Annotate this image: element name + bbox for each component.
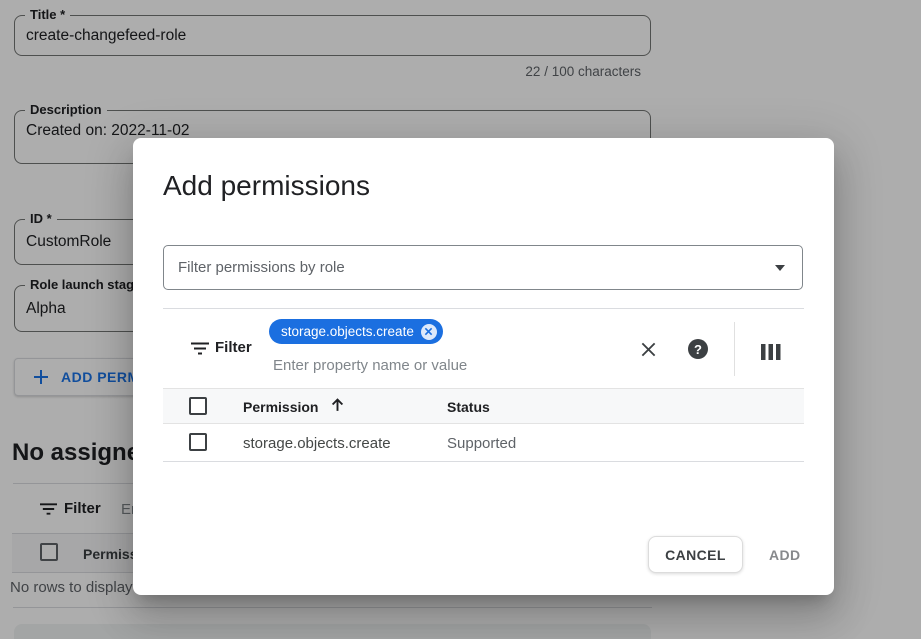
create-role-page: Title * create-changefeed-role 22 / 100 …	[0, 0, 921, 639]
filter-by-role-dropdown[interactable]: Filter permissions by role	[163, 245, 803, 290]
dialog-title: Add permissions	[163, 170, 370, 202]
chip-remove-icon[interactable]	[421, 324, 437, 340]
clear-filters-button[interactable]	[636, 337, 660, 361]
modal-filter-input[interactable]	[273, 354, 573, 376]
permission-cell: storage.objects.create	[243, 435, 391, 452]
filter-chip[interactable]: storage.objects.create	[269, 319, 443, 344]
status-column-header: Status	[447, 399, 490, 415]
filter-by-role-dropdown-value: Filter permissions by role	[178, 259, 345, 276]
add-button[interactable]: ADD	[761, 536, 809, 573]
filter-help-button[interactable]	[686, 337, 710, 361]
permission-column-header[interactable]: Permission	[243, 399, 318, 415]
help-icon	[688, 339, 708, 359]
column-display-options-button[interactable]	[759, 340, 783, 364]
chevron-down-icon	[775, 265, 785, 271]
row-checkbox[interactable]	[189, 433, 207, 451]
sort-ascending-icon[interactable]	[329, 396, 346, 413]
select-all-checkbox[interactable]	[189, 397, 207, 415]
status-cell: Supported	[447, 435, 516, 452]
modal-filter-label: Filter	[215, 339, 252, 356]
close-icon	[640, 341, 657, 358]
cancel-button[interactable]: CANCEL	[648, 536, 743, 573]
divider	[163, 308, 804, 309]
add-permissions-dialog: Add permissions Filter permissions by ro…	[133, 138, 834, 595]
row-divider	[163, 461, 804, 462]
toolbar-divider	[734, 322, 735, 376]
columns-icon	[761, 344, 781, 360]
filter-list-icon	[191, 342, 209, 355]
filter-chip-label: storage.objects.create	[281, 324, 414, 339]
